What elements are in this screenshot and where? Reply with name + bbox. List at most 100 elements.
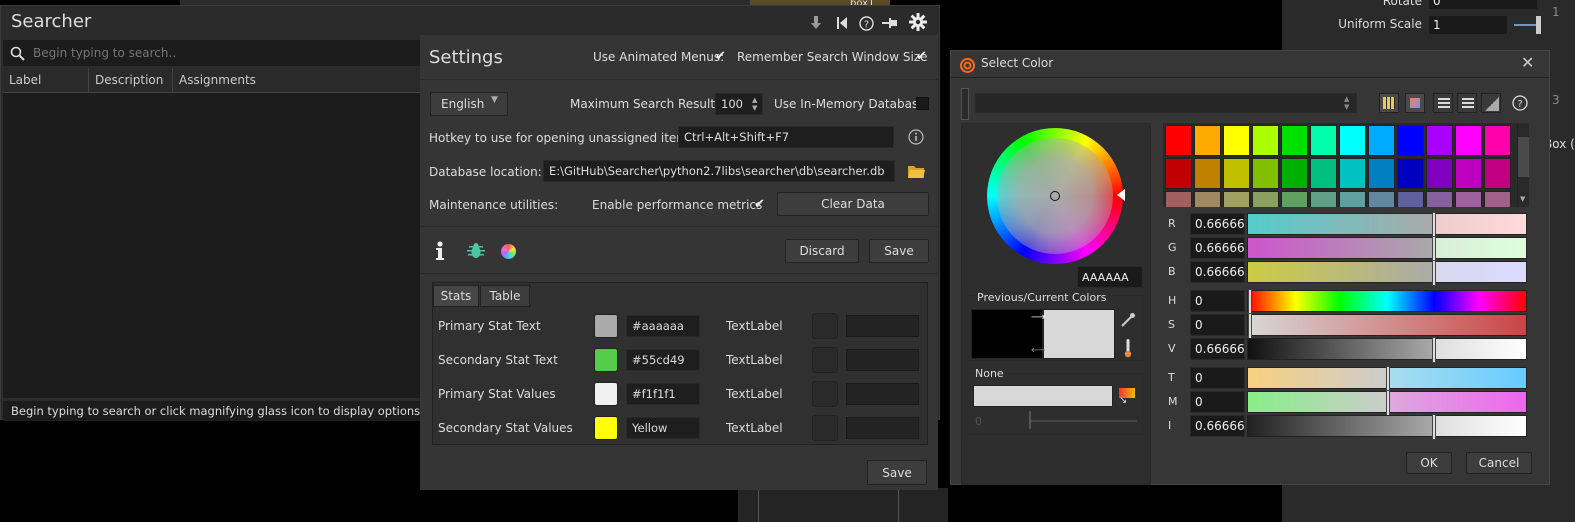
pin-down-icon[interactable]: [805, 12, 827, 34]
text-label-field[interactable]: [846, 349, 919, 371]
palette-swatch[interactable]: [1165, 158, 1192, 189]
in-memory-db-checkbox[interactable]: [916, 97, 929, 110]
slider-handle[interactable]: [1432, 212, 1436, 238]
channel-slider[interactable]: [1247, 414, 1527, 440]
palette-swatch[interactable]: [1455, 125, 1482, 156]
stat-color-swatch[interactable]: [594, 314, 618, 338]
palette-swatch[interactable]: [1281, 125, 1308, 156]
slider-handle[interactable]: [1248, 313, 1252, 339]
channel-value-field[interactable]: 0.666667: [1190, 261, 1245, 283]
eyedropper-icon[interactable]: [1119, 311, 1137, 329]
palette-swatch[interactable]: [1194, 191, 1221, 207]
palette-swatch[interactable]: [1165, 125, 1192, 156]
cancel-button[interactable]: Cancel: [1466, 452, 1532, 474]
step-back-icon[interactable]: [831, 12, 853, 34]
channel-slider[interactable]: [1247, 337, 1527, 363]
info-icon[interactable]: [907, 128, 925, 146]
current-color-swatch[interactable]: [1043, 309, 1115, 359]
palette-swatch[interactable]: [1484, 158, 1511, 189]
bug-icon[interactable]: [465, 241, 487, 261]
wheel-marker-icon[interactable]: [1117, 189, 1125, 201]
palette-swatch[interactable]: [1310, 158, 1337, 189]
animated-menus-checkbox[interactable]: ✔: [715, 50, 729, 64]
palette-swatch[interactable]: [1281, 191, 1308, 207]
list-view-icon[interactable]: [1457, 93, 1477, 113]
info-person-icon[interactable]: [432, 240, 448, 262]
palette-swatch[interactable]: [1397, 158, 1424, 189]
hotkey-field[interactable]: Ctrl+Alt+Shift+F7: [678, 126, 894, 148]
magnifying-glass-icon[interactable]: [9, 45, 25, 61]
folder-icon[interactable]: [907, 163, 925, 179]
help-icon[interactable]: ?: [855, 12, 877, 34]
palette-swatch[interactable]: [1368, 191, 1395, 207]
pin-icon[interactable]: [879, 12, 901, 34]
color-wheel[interactable]: [987, 128, 1123, 264]
tab-stats[interactable]: Stats: [433, 285, 479, 307]
text-label-field[interactable]: [846, 383, 919, 405]
palette-swatch[interactable]: [1426, 158, 1453, 189]
channel-value-field[interactable]: 0: [1190, 314, 1245, 336]
clear-data-button[interactable]: Clear Data: [777, 192, 929, 216]
text-label-field[interactable]: [846, 417, 919, 439]
palette-swatch[interactable]: [1455, 158, 1482, 189]
stat-color-swatch[interactable]: [594, 382, 618, 406]
text-label-swatch[interactable]: [812, 313, 838, 339]
help-icon[interactable]: ?: [1511, 94, 1529, 112]
stat-color-swatch[interactable]: [594, 348, 618, 372]
channel-value-field[interactable]: 0: [1190, 391, 1245, 413]
uniform-scale-field[interactable]: 1: [1428, 15, 1508, 35]
slider-handle[interactable]: [1432, 236, 1436, 262]
palette-swatch[interactable]: [1223, 191, 1250, 207]
channel-slider[interactable]: [1247, 390, 1527, 416]
none-slider[interactable]: [1031, 420, 1137, 422]
slider-handle[interactable]: [1386, 366, 1390, 392]
search-input[interactable]: [33, 43, 413, 63]
stat-color-field[interactable]: #aaaaaa: [626, 315, 700, 337]
tab-table[interactable]: Table: [480, 285, 530, 307]
palette-swatch[interactable]: [1310, 125, 1337, 156]
channel-value-field[interactable]: 0.666667: [1190, 338, 1245, 360]
palette-swatch[interactable]: [1252, 158, 1279, 189]
text-label-swatch[interactable]: [812, 347, 838, 373]
spinner-arrows-icon[interactable]: ▲ ▼: [752, 96, 757, 112]
palette-scrollbar[interactable]: ▼: [1517, 123, 1529, 207]
palette-swatch[interactable]: [1484, 191, 1511, 207]
palette-dropdown[interactable]: ▲ ▼: [975, 93, 1357, 113]
palette-swatch[interactable]: [1455, 191, 1482, 207]
close-icon[interactable]: ✕: [1521, 53, 1534, 72]
grip-handle[interactable]: [961, 88, 969, 120]
palette-swatch[interactable]: [1368, 125, 1395, 156]
save-bottom-button[interactable]: Save: [867, 460, 927, 485]
palette-swatch[interactable]: [1281, 158, 1308, 189]
picker-swatch-icon[interactable]: [1405, 93, 1425, 113]
stat-color-field[interactable]: #f1f1f1: [626, 383, 700, 405]
palette-swatch[interactable]: [1397, 125, 1424, 156]
db-location-field[interactable]: E:\GitHub\Searcher\python2.7libs\searche…: [543, 160, 895, 182]
palette-swatch[interactable]: [1426, 191, 1453, 207]
palette-swatch[interactable]: [1397, 191, 1424, 207]
palette-swatch[interactable]: [1252, 191, 1279, 207]
max-results-spinbox[interactable]: 100 ▲ ▼: [715, 93, 763, 115]
slider-handle[interactable]: [1536, 16, 1541, 34]
palette-swatch[interactable]: [1368, 158, 1395, 189]
column-header-description[interactable]: Description: [89, 68, 173, 93]
slider-handle[interactable]: [1432, 414, 1436, 440]
channel-slider[interactable]: [1247, 289, 1527, 315]
channel-slider[interactable]: [1247, 260, 1527, 286]
rotate-field[interactable]: 0: [1428, 0, 1538, 10]
none-color-swatch[interactable]: [973, 385, 1113, 407]
channel-value-field[interactable]: 0.666667: [1190, 213, 1245, 235]
column-header-assignments[interactable]: Assignments: [173, 68, 421, 93]
column-header-label[interactable]: Label: [3, 68, 89, 93]
stat-color-swatch[interactable]: [594, 416, 618, 440]
slider-handle[interactable]: [1432, 260, 1436, 286]
palette-swatch[interactable]: [1484, 125, 1511, 156]
palette-swatch[interactable]: [1426, 125, 1453, 156]
discard-button[interactable]: Discard: [785, 239, 859, 263]
wheel-cursor[interactable]: [1050, 191, 1060, 201]
slider-handle[interactable]: [1248, 289, 1252, 315]
channel-slider[interactable]: [1247, 212, 1527, 238]
grid-view-icon[interactable]: [1379, 93, 1399, 113]
palette-swatch[interactable]: [1339, 158, 1366, 189]
remember-size-checkbox[interactable]: ✔: [916, 50, 930, 64]
